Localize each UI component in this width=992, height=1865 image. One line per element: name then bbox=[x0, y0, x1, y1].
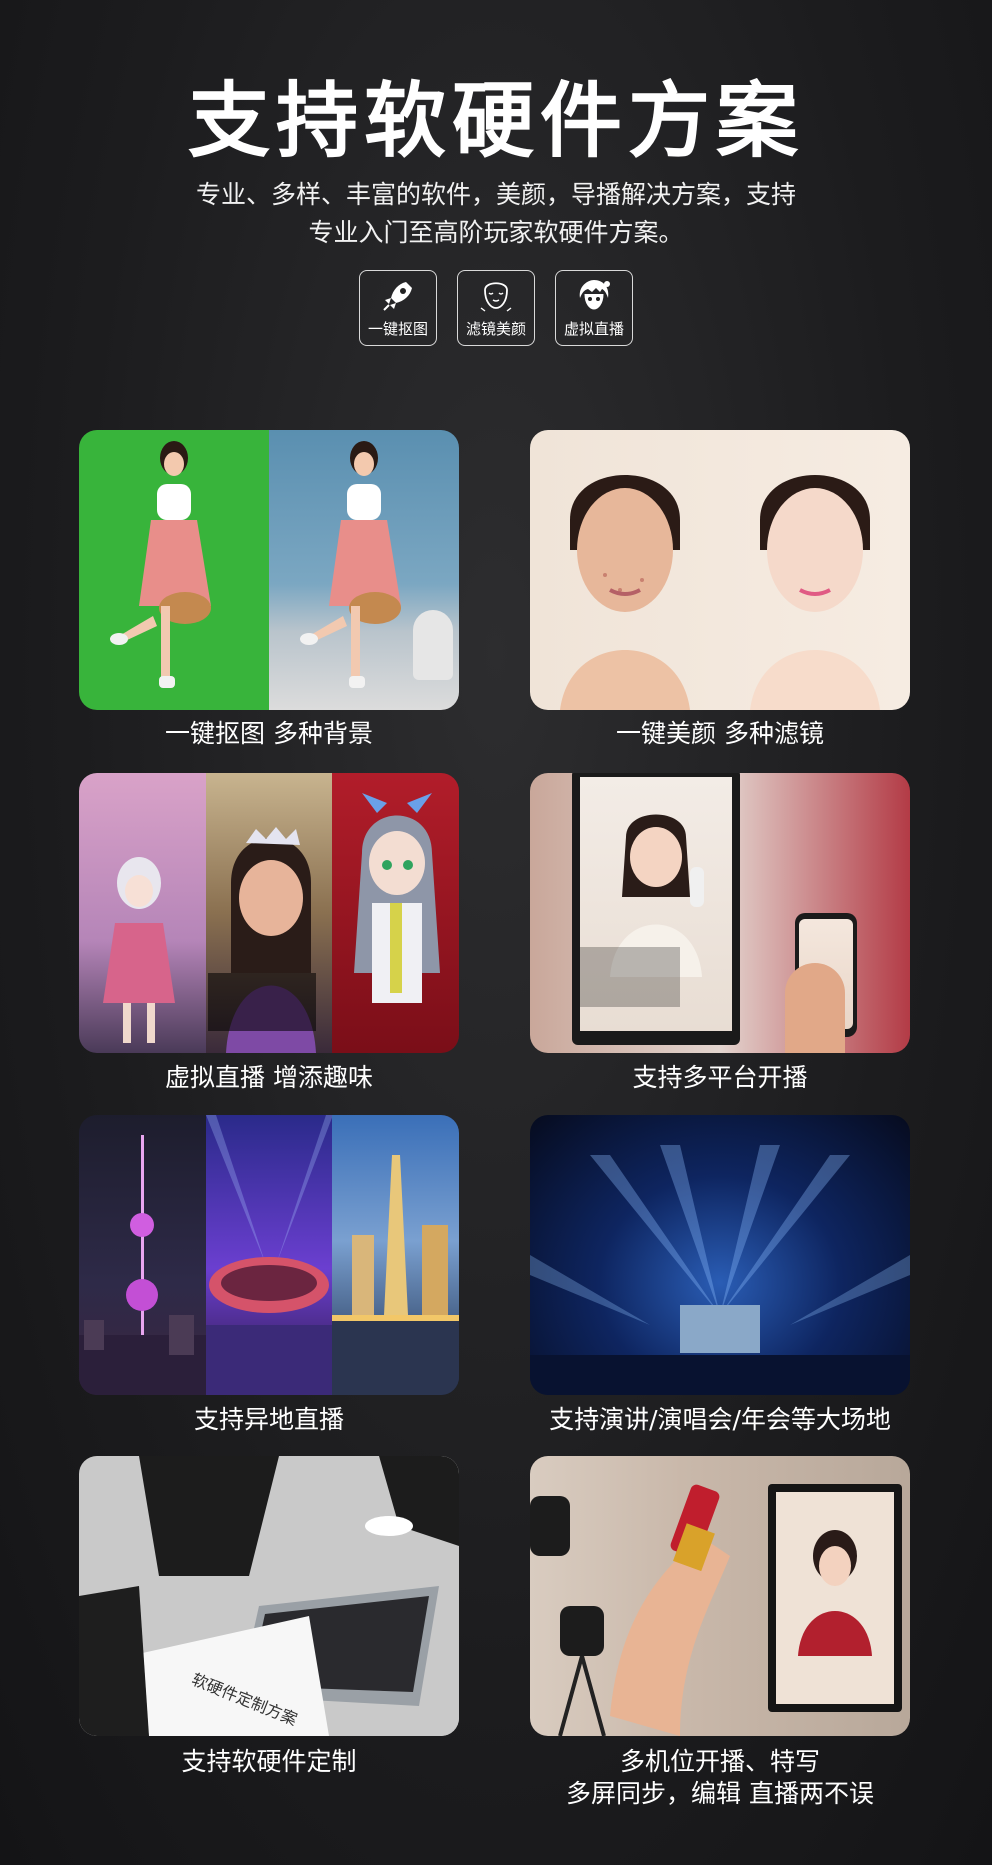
caption-remote: 支持异地直播 bbox=[193, 1405, 344, 1434]
caption-beauty: 一键美颜 多种滤镜 bbox=[616, 719, 824, 748]
subtitle-line-1: 专业、多样、丰富的软件，美颜，导播解决方案，支持 bbox=[195, 180, 796, 209]
page-subtitle: 专业、多样、丰富的软件，美颜，导播解决方案，支持 专业入门至高阶玩家软硬件方案。 bbox=[0, 176, 992, 252]
stadium-lights bbox=[205, 1115, 333, 1395]
caption-virtual: 虚拟直播 增添趣味 bbox=[165, 1063, 373, 1092]
face-before bbox=[560, 475, 690, 710]
cartoon-avatar bbox=[207, 827, 316, 1053]
face-icon bbox=[480, 282, 512, 312]
photo-greenscreen bbox=[79, 430, 459, 710]
photo-multiplatform bbox=[530, 773, 910, 1053]
caption-custom: 支持软硬件定制 bbox=[181, 1747, 357, 1776]
photo-concert-stage bbox=[530, 1115, 910, 1395]
anime-avatar bbox=[103, 857, 175, 1043]
stage-lights bbox=[530, 1145, 910, 1395]
stream-host bbox=[580, 814, 704, 1007]
skyscrapers bbox=[332, 1155, 459, 1395]
photo-virtual-avatars bbox=[79, 773, 459, 1053]
caption-multicam-line-1: 多机位开播、特写 bbox=[619, 1747, 820, 1776]
caption-large-venue: 支持演讲/演唱会/年会等大场地 bbox=[549, 1405, 891, 1434]
meeting-desk: 软硬件定制方案 bbox=[79, 1456, 459, 1736]
photo-business-meeting: 软硬件定制方案 bbox=[79, 1456, 459, 1736]
camera-setup bbox=[530, 1484, 902, 1736]
caption-multicam: 多机位开播、特写 多屏同步，编辑 直播两不误 bbox=[490, 1746, 950, 1810]
feature-beauty: 滤镜美颜 bbox=[457, 270, 535, 346]
caption-multicam-line-2: 多屏同步，编辑 直播两不误 bbox=[566, 1779, 874, 1808]
feature-label: 一键抠图 bbox=[367, 320, 428, 338]
avatar-icon bbox=[579, 280, 610, 310]
page-title: 支持软硬件方案 bbox=[187, 74, 804, 169]
model-figure bbox=[300, 441, 401, 688]
rocket-icon bbox=[383, 282, 412, 311]
subtitle-line-2: 专业入门至高阶玩家软硬件方案。 bbox=[308, 218, 684, 247]
feature-label: 滤镜美颜 bbox=[465, 320, 526, 338]
feature-badges: 一键抠图 滤镜美颜 虚拟直播 bbox=[0, 270, 992, 346]
caption-multiplatform: 支持多平台开播 bbox=[632, 1063, 808, 1092]
idol-avatar bbox=[354, 793, 441, 1003]
feature-label: 虚拟直播 bbox=[563, 320, 624, 338]
tower-skyline bbox=[79, 1135, 206, 1395]
caption-cutout: 一键抠图 多种背景 bbox=[165, 719, 373, 748]
photo-multicam bbox=[530, 1456, 910, 1736]
face-after bbox=[750, 475, 880, 710]
feature-cutout: 一键抠图 bbox=[359, 270, 437, 346]
model-figure bbox=[110, 441, 211, 688]
feature-virtual: 虚拟直播 bbox=[555, 270, 633, 346]
photo-cityscapes bbox=[79, 1115, 459, 1395]
photo-beauty bbox=[530, 430, 910, 710]
